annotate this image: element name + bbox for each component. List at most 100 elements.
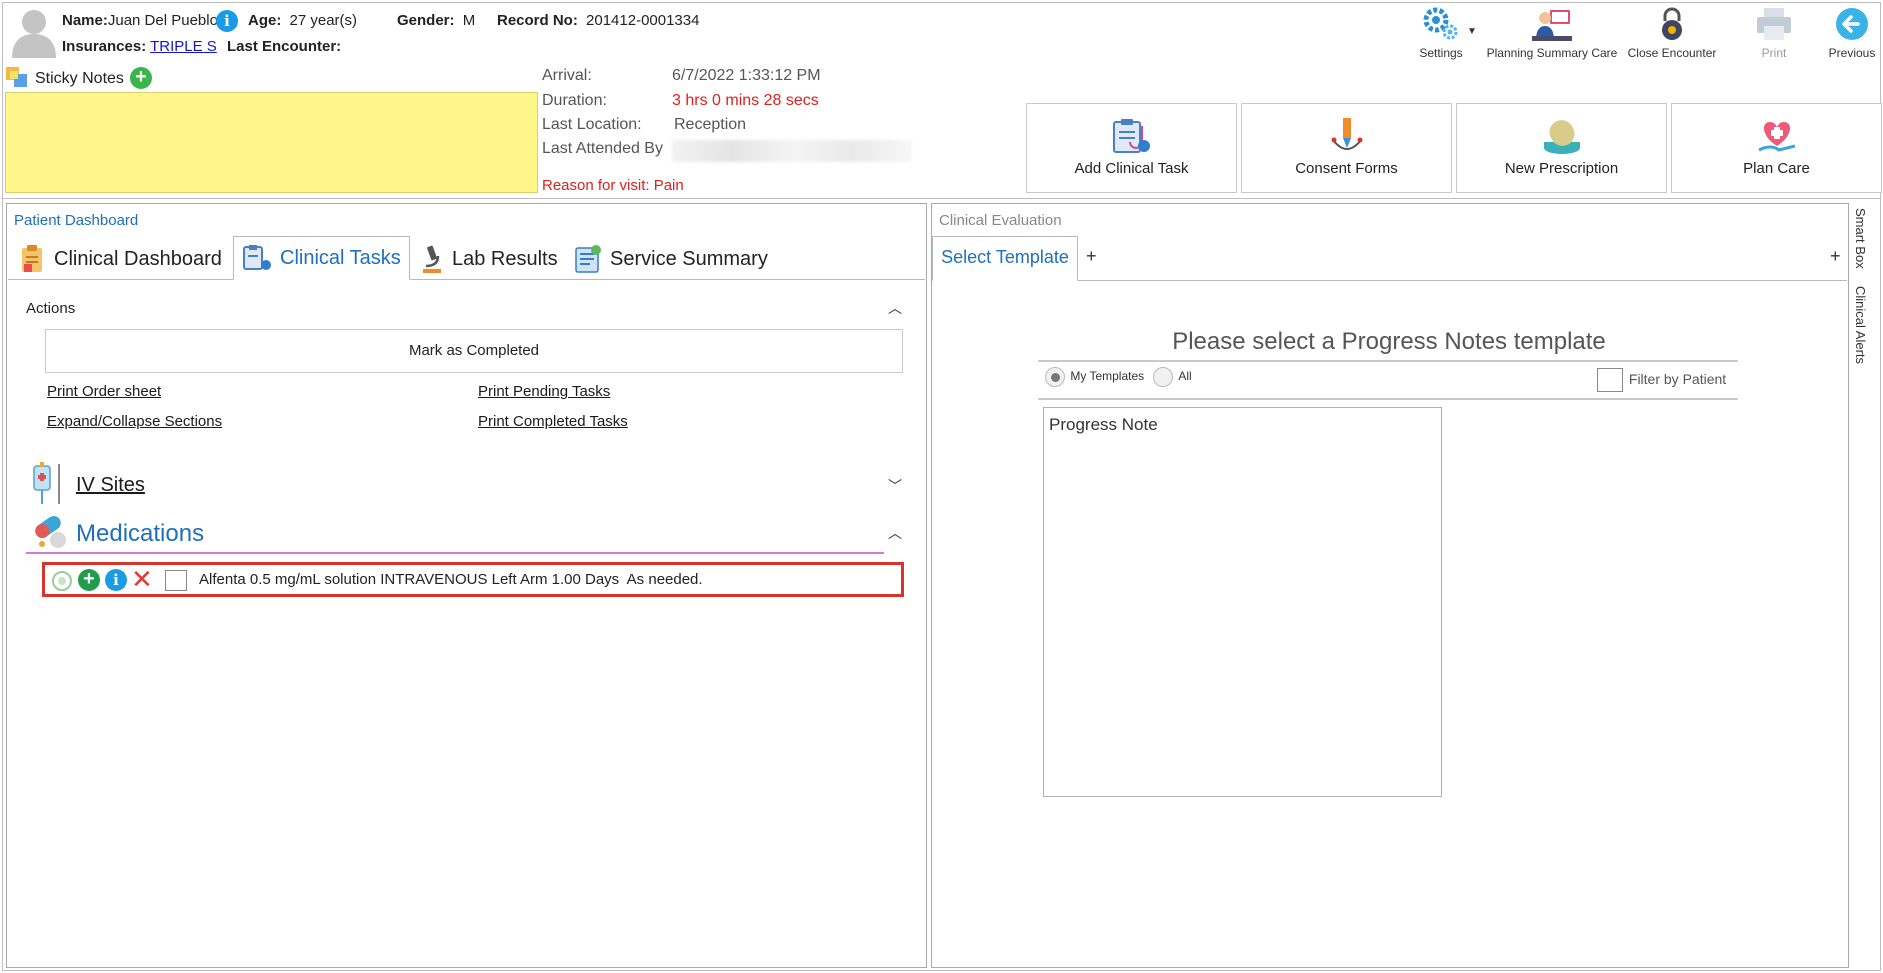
planning-summary-care-button[interactable]: Planning Summary Care <box>1484 6 1620 60</box>
tab-clinical-tasks[interactable]: Clinical Tasks <box>233 236 410 280</box>
planning-label: Planning Summary Care <box>1486 46 1618 60</box>
patient-age: 27 year(s) <box>289 12 358 29</box>
insurance-row: Insurances: TRIPLE S Last Encounter: <box>62 38 341 55</box>
medication-description: Alfenta 0.5 mg/mL solution INTRAVENOUS L… <box>199 571 703 588</box>
previous-button[interactable]: Previous <box>1822 6 1882 60</box>
heart-care-icon <box>1755 116 1799 156</box>
all-templates-radio-button[interactable] <box>1153 367 1173 387</box>
clinical-task-icon <box>1110 116 1154 156</box>
microscope-icon <box>420 244 444 274</box>
clinical-evaluation-title: Clinical Evaluation <box>939 212 1062 229</box>
previous-label: Previous <box>1828 46 1876 60</box>
template-list: Progress Note <box>1043 407 1442 797</box>
settings-dropdown-icon[interactable]: ▼ <box>1467 26 1477 37</box>
age-label: Age: <box>248 12 282 29</box>
sticky-notes-label: Sticky Notes <box>35 70 124 87</box>
consent-forms-label: Consent Forms <box>1295 160 1398 177</box>
avatar <box>10 6 58 58</box>
medications-heading[interactable]: Medications <box>76 520 204 548</box>
insurances-label: Insurances: <box>62 38 147 55</box>
smart-box-label: Smart Box <box>1853 208 1868 269</box>
tab-service-summary[interactable]: Service Summary <box>566 236 776 282</box>
print-pending-tasks-link[interactable]: Print Pending Tasks <box>478 383 610 400</box>
print-completed-tasks-link[interactable]: Print Completed Tasks <box>478 413 628 430</box>
template-prompt: Please select a Progress Notes template <box>1172 328 1606 355</box>
iv-sites-expand-icon[interactable]: ﹀ <box>888 476 902 496</box>
tab-clinical-tasks-label: Clinical Tasks <box>280 246 401 269</box>
filter-by-patient-box[interactable] <box>1597 368 1623 392</box>
new-prescription-label: New Prescription <box>1504 160 1619 177</box>
gear-icon <box>1421 6 1461 42</box>
insurance-link[interactable]: TRIPLE S <box>150 38 217 55</box>
tab-select-template-label: Select Template <box>941 247 1069 267</box>
clinical-alerts-label: Clinical Alerts <box>1853 286 1868 365</box>
service-summary-icon <box>574 244 602 274</box>
clinical-alerts-tab[interactable]: Clinical Alerts <box>1853 286 1877 376</box>
pill-bottle-icon <box>1540 116 1584 156</box>
medication-info-icon[interactable]: i <box>105 569 127 591</box>
last-location-value: Reception <box>674 116 747 133</box>
tab-select-template[interactable]: Select Template <box>932 236 1078 281</box>
actions-collapse-icon[interactable]: ︿ <box>888 298 902 318</box>
my-templates-radio[interactable]: My Templates <box>1045 367 1144 387</box>
patient-gender: M <box>462 12 476 29</box>
add-sticky-note-button[interactable]: + <box>130 67 152 89</box>
medication-row[interactable]: + i ✕ Alfenta 0.5 mg/mL solution INTRAVE… <box>42 562 904 597</box>
add-evaluation-tab-button[interactable]: + <box>1086 246 1097 267</box>
iv-bag-icon <box>28 462 64 506</box>
patient-name: Juan Del Pueblo <box>107 12 218 29</box>
patient-record: 201412-0001334 <box>586 12 700 29</box>
sticky-notes-area[interactable] <box>5 92 538 193</box>
clipboard-icon <box>20 244 46 274</box>
name-label: Name: <box>62 12 108 29</box>
arrival-value: 6/7/2022 1:33:12 PM <box>672 67 821 84</box>
arrival-label: Arrival: <box>542 67 592 84</box>
iv-sites-heading[interactable]: IV Sites <box>76 474 145 497</box>
reason-for-visit: Reason for visit: Pain <box>542 177 684 194</box>
tab-lab-results-label: Lab Results <box>452 247 558 270</box>
mark-as-completed-button[interactable]: Mark as Completed <box>45 329 903 373</box>
tab-clinical-dashboard[interactable]: Clinical Dashboard <box>12 236 230 282</box>
print-label: Print <box>1761 46 1787 60</box>
delete-medication-icon[interactable]: ✕ <box>131 565 153 593</box>
pen-signature-icon <box>1325 116 1369 156</box>
patient-age-row: Age: 27 year(s) <box>248 12 357 29</box>
add-medication-icon[interactable]: + <box>78 569 100 591</box>
filter-by-patient-label: Filter by Patient <box>1628 370 1727 387</box>
template-list-item[interactable]: Progress Note <box>1044 408 1441 442</box>
consent-forms-button[interactable]: Consent Forms <box>1241 103 1452 193</box>
all-templates-radio[interactable]: All <box>1153 367 1192 387</box>
header-divider <box>2 198 1881 199</box>
planning-doctor-icon <box>1532 6 1572 42</box>
settings-button[interactable]: Settings <box>1406 6 1476 60</box>
patient-record-row: Record No: 201412-0001334 <box>497 12 699 29</box>
last-attended-redacted <box>672 140 912 162</box>
medication-checkbox[interactable] <box>165 570 187 591</box>
gender-label: Gender: <box>397 12 455 29</box>
new-prescription-button[interactable]: New Prescription <box>1456 103 1667 193</box>
print-button[interactable]: Print <box>1744 6 1804 60</box>
plan-care-button[interactable]: Plan Care <box>1671 103 1882 193</box>
my-templates-radio-button[interactable] <box>1045 367 1065 387</box>
smart-box-tab[interactable]: Smart Box <box>1853 208 1877 278</box>
lock-icon <box>1652 6 1692 42</box>
last-encounter-label: Last Encounter: <box>226 38 342 55</box>
medications-collapse-icon[interactable]: ︿ <box>888 523 902 543</box>
pills-icon <box>30 512 70 552</box>
patient-info-icon[interactable]: i <box>216 10 238 32</box>
expand-collapse-sections-link[interactable]: Expand/Collapse Sections <box>47 413 222 430</box>
print-order-sheet-link[interactable]: Print Order sheet <box>47 383 161 400</box>
actions-title: Actions <box>26 300 76 317</box>
patient-name-row: Name:Juan Del Pueblo <box>62 12 218 29</box>
tab-lab-results[interactable]: Lab Results <box>412 236 566 282</box>
add-clinical-task-button[interactable]: Add Clinical Task <box>1026 103 1237 193</box>
add-evaluation-tab-right-button[interactable]: + <box>1830 246 1841 267</box>
printer-icon <box>1754 6 1794 42</box>
patient-dashboard-title: Patient Dashboard <box>14 212 139 229</box>
refresh-medication-icon[interactable] <box>51 570 73 592</box>
close-encounter-button[interactable]: Close Encounter <box>1624 6 1720 60</box>
medications-divider <box>26 552 884 554</box>
filter-by-patient-checkbox[interactable]: Filter by Patient <box>1597 368 1726 392</box>
last-attended-label: Last Attended By <box>542 140 663 157</box>
plan-care-label: Plan Care <box>1743 160 1810 177</box>
